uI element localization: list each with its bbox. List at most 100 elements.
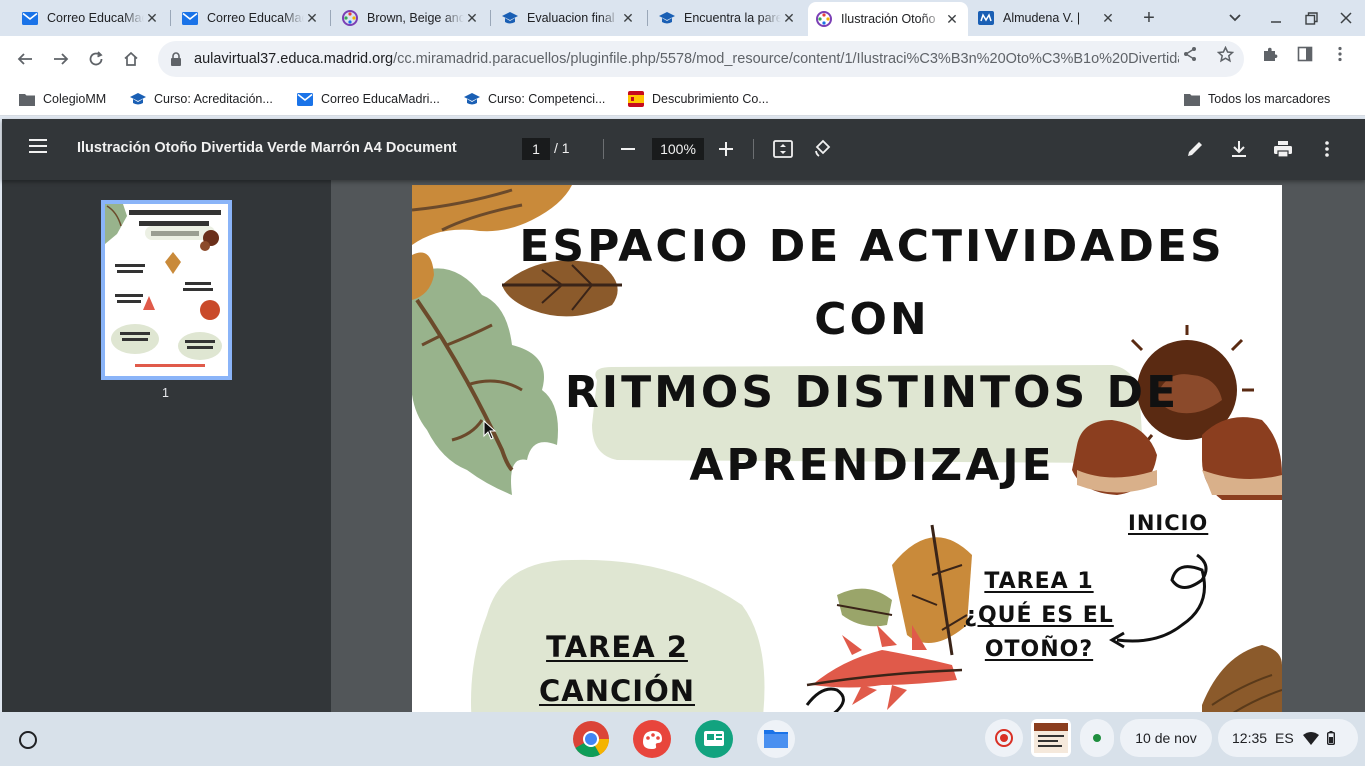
bookmark-label: Curso: Competenci...: [488, 92, 606, 106]
tab-title: Correo EducaMadrid: [207, 11, 304, 25]
page-number-input[interactable]: 1: [522, 138, 550, 160]
moodle-icon: [130, 91, 146, 107]
forward-button[interactable]: [49, 47, 73, 71]
url-host: aulavirtual37.educa.madrid.org: [194, 51, 394, 67]
minimize-button[interactable]: [1264, 6, 1288, 30]
plus-icon: [719, 142, 733, 156]
close-icon[interactable]: ✕: [144, 10, 160, 26]
tab-encuentra[interactable]: Encuentra la pareja ✕: [651, 4, 805, 32]
date-tray[interactable]: 10 de nov: [1120, 719, 1212, 757]
chrome-app-icon[interactable]: [572, 720, 610, 758]
star-icon[interactable]: [1216, 45, 1234, 63]
download-button[interactable]: [1227, 138, 1251, 160]
back-button[interactable]: [13, 47, 37, 71]
bookmark-correo-educamadrid[interactable]: Correo EducaMadri...: [297, 90, 440, 108]
extensions-icon[interactable]: [1261, 45, 1279, 63]
tab-ilustracion-otono[interactable]: Ilustración Otoño ✕: [808, 2, 968, 36]
close-icon: [1340, 12, 1352, 24]
paint-app-icon[interactable]: [633, 720, 671, 758]
tab-evaluacion[interactable]: Evaluacion final ✕: [494, 4, 644, 32]
moodle-icon: [502, 10, 518, 26]
tab-almudena[interactable]: Almudena V. | ✕: [970, 4, 1124, 32]
fit-page-button[interactable]: [771, 138, 795, 160]
tab-brown-beige[interactable]: Brown, Beige and White ✕: [334, 4, 488, 32]
reload-button[interactable]: [84, 47, 108, 71]
tab-title: Encuentra la pareja: [684, 11, 781, 25]
more-vert-icon[interactable]: [1331, 45, 1349, 63]
screenshot-preview[interactable]: [1031, 719, 1071, 757]
launcher-icon[interactable]: [19, 731, 37, 749]
mail-icon: [297, 91, 313, 107]
moodle-icon: [659, 10, 675, 26]
bookmark-label: ColegioMM: [43, 92, 107, 106]
new-tab-button[interactable]: +: [1137, 6, 1161, 30]
close-icon[interactable]: ✕: [304, 10, 320, 26]
folder-icon: [19, 91, 35, 107]
poster-title-line: APRENDIZAJE: [689, 440, 1055, 491]
screen-record-button[interactable]: [985, 719, 1023, 757]
pdf-viewer[interactable]: ESPACIO DE ACTIVIDADES CON RITMOS DISTIN…: [331, 180, 1365, 712]
tab-title: Ilustración Otoño: [841, 12, 936, 26]
page-thumbnail[interactable]: [101, 200, 232, 380]
print-button[interactable]: [1271, 138, 1295, 160]
close-icon[interactable]: ✕: [781, 10, 797, 26]
rotate-button[interactable]: [811, 138, 835, 160]
date-text: 10 de nov: [1135, 730, 1197, 746]
menu-button[interactable]: [28, 138, 50, 160]
record-icon: [995, 729, 1013, 747]
share-icon[interactable]: [1181, 45, 1199, 63]
tab-title: Evaluacion final: [527, 11, 615, 25]
files-app-icon[interactable]: [757, 720, 795, 758]
clock-text: 12:35: [1232, 730, 1268, 746]
tab-separator: [330, 10, 331, 26]
lock-icon[interactable]: [170, 52, 184, 66]
close-icon[interactable]: ✕: [1100, 10, 1116, 26]
os-shelf: 10 de nov 12:35 ES: [0, 712, 1365, 766]
more-options-button[interactable]: [1315, 138, 1339, 160]
close-window-button[interactable]: [1334, 6, 1358, 30]
tab-title: Almudena V. |: [1003, 11, 1081, 25]
moodle-icon: [464, 91, 480, 107]
side-panel-icon[interactable]: [1296, 45, 1314, 63]
mail-icon: [182, 10, 198, 26]
close-icon[interactable]: ✕: [944, 11, 960, 27]
inicio-label: INICIO: [1128, 511, 1209, 535]
bookmark-label: Curso: Acreditación...: [154, 92, 273, 106]
restore-button[interactable]: [1299, 6, 1323, 30]
tab-separator: [647, 10, 648, 26]
zoom-input[interactable]: 100%: [652, 138, 704, 160]
bookmark-all-bookmarks[interactable]: Todos los marcadores: [1184, 90, 1330, 108]
print-icon: [1274, 141, 1292, 158]
annotate-button[interactable]: [1183, 138, 1207, 160]
classroom-app-icon[interactable]: [695, 720, 733, 758]
tab-correo-2[interactable]: Correo EducaMadrid ✕: [174, 4, 328, 32]
tarea-1-line: TAREA 1: [984, 569, 1094, 594]
fit-page-icon: [773, 140, 793, 158]
mouse-cursor-icon: [483, 420, 497, 440]
bookmark-label: Descubrimiento Co...: [652, 92, 769, 106]
address-bar[interactable]: aulavirtual37.educa.madrid.org/cc.mirama…: [158, 41, 1244, 77]
thumbnail-sidebar: 1: [2, 180, 331, 712]
zoom-in-button[interactable]: [714, 138, 738, 160]
bookmark-curso-competencia[interactable]: Curso: Competenci...: [464, 90, 605, 108]
close-icon[interactable]: ✕: [464, 10, 480, 26]
download-icon: [1232, 141, 1246, 157]
close-icon[interactable]: ✕: [620, 10, 636, 26]
tab-correo-1[interactable]: Correo EducaMadrid ✕: [14, 4, 168, 32]
page-total: / 1: [554, 140, 570, 156]
thumbnail-page-number: 1: [162, 386, 169, 400]
docs-icon: [978, 10, 994, 26]
bookmark-descubrimiento[interactable]: Descubrimiento Co...: [628, 90, 769, 108]
bookmark-curso-acreditacion[interactable]: Curso: Acreditación...: [130, 90, 273, 108]
bookmark-colegiomm[interactable]: ColegioMM: [19, 90, 106, 108]
status-tray[interactable]: 12:35 ES: [1218, 719, 1358, 757]
status-dot[interactable]: [1080, 719, 1114, 757]
home-button[interactable]: [119, 47, 143, 71]
zoom-out-button[interactable]: [616, 138, 640, 160]
toolbar-divider: [603, 139, 604, 159]
tab-search-button[interactable]: [1223, 6, 1247, 30]
folder-icon: [1184, 91, 1200, 107]
mail-icon: [22, 10, 38, 26]
reload-icon: [89, 51, 103, 66]
tarea-2-line: CANCIÓN DEL: [539, 674, 695, 708]
